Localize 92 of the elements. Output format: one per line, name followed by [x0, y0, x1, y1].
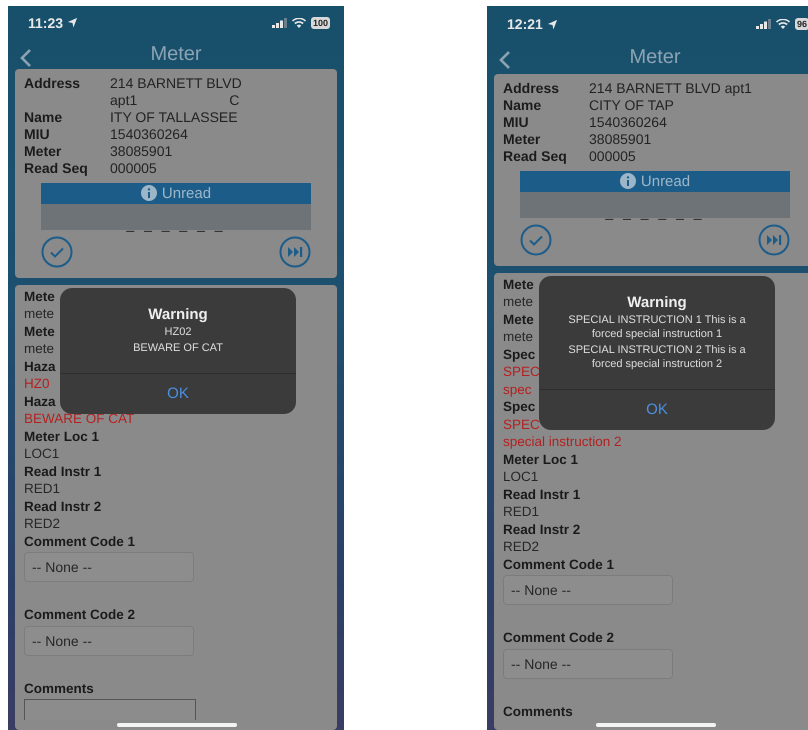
info-label: Address	[24, 74, 80, 90]
detail-label: Meter Loc 1	[503, 450, 578, 468]
info-label: Address	[503, 80, 560, 96]
location-arrow-icon	[67, 17, 78, 28]
detail-value: RED1	[503, 503, 540, 520]
detail-label: Spec	[503, 346, 536, 363]
detail-label: Mete	[503, 310, 534, 328]
info-icon	[620, 173, 636, 189]
reading-field[interactable]: _ _ _ _ _ _	[41, 204, 311, 230]
detail-label: Mete	[24, 288, 55, 305]
battery-level: 96	[794, 18, 808, 30]
location-arrow-icon	[546, 18, 558, 30]
info-value: 38085901	[110, 142, 172, 160]
signal-icon	[756, 19, 771, 30]
detail-value: mete	[24, 305, 54, 322]
status-time: 11:23	[28, 14, 78, 31]
info-value: 38085901	[589, 130, 652, 148]
info-label: Read Seq	[24, 160, 88, 176]
comment-code-select[interactable]: -- None --	[24, 626, 194, 656]
info-label: Meter	[503, 130, 540, 146]
detail-label: Haza	[24, 392, 56, 410]
wifi-icon	[292, 18, 306, 28]
comments-field[interactable]	[24, 699, 196, 720]
check-button[interactable]	[41, 236, 73, 268]
field-label: Comments	[503, 702, 573, 720]
detail-label: Mete	[503, 276, 534, 293]
info-value: 000005	[110, 160, 157, 176]
comment-code-select[interactable]: -- None --	[24, 552, 194, 582]
ok-button[interactable]: OK	[539, 388, 775, 430]
detail-label: Read Instr 2	[24, 498, 102, 515]
detail-label: Mete	[24, 322, 55, 340]
reading-field[interactable]: _ _ _ _ _ _	[520, 192, 790, 218]
detail-value: mete	[503, 293, 534, 310]
alert-value: special instruction 2	[503, 433, 622, 450]
detail-value: RED1	[24, 480, 60, 498]
detail-label: Read Instr 1	[503, 486, 580, 503]
field-label: Comment Code 2	[24, 606, 136, 624]
info-label: Meter	[24, 142, 62, 158]
info-icon	[140, 185, 157, 201]
info-label: Name	[503, 96, 542, 112]
info-value: C	[229, 92, 240, 108]
detail-label: Read Instr 2	[503, 520, 580, 538]
detail-label: Read Instr 1	[24, 462, 102, 480]
info-value: apt1	[110, 92, 138, 108]
dialog-message: SPECIAL INSTRUCTION 2 This is a forced special instruction 2	[567, 342, 747, 370]
info-value: 214 BARNETT BLVD	[110, 74, 242, 92]
skip-forward-button[interactable]	[279, 236, 311, 268]
detail-value: LOC1	[503, 468, 538, 486]
detail-value: mete	[503, 328, 534, 346]
battery-level: 100	[310, 16, 330, 29]
alert-value: HZ0	[24, 375, 50, 392]
info-label: MIU	[503, 114, 529, 130]
dialog-title: Warning	[148, 306, 208, 322]
read-status-text: Unread	[640, 172, 690, 190]
skip-forward-button[interactable]	[758, 224, 790, 256]
check-button[interactable]	[520, 224, 552, 256]
info-value: 000005	[589, 148, 636, 164]
detail-value: RED2	[24, 515, 60, 532]
comment-code-select[interactable]: -- None --	[503, 648, 673, 678]
info-value: 1540360264	[589, 114, 667, 130]
info-label: MIU	[24, 126, 50, 142]
comment-code-select[interactable]: -- None --	[503, 575, 673, 605]
field-label: Comments	[24, 680, 94, 697]
detail-label: Haza	[24, 358, 56, 375]
wifi-icon	[776, 19, 790, 30]
info-value: 214 BARNETT BLVD apt1	[589, 80, 752, 96]
field-label: Comment Code 2	[503, 629, 614, 646]
info-label: Read Seq	[503, 148, 567, 164]
screen-title: Meter	[150, 42, 202, 66]
dialog-message: BEWARE OF CAT	[132, 340, 224, 354]
alert-value: SPEC	[503, 416, 540, 433]
info-value: CITY OF TAP	[589, 96, 674, 114]
dialog-message: SPECIAL INSTRUCTION 1 This is a forced special instruction 1	[567, 312, 747, 340]
detail-value: mete	[24, 340, 54, 358]
field-label: Comment Code 1	[503, 556, 614, 573]
field-label: Comment Code 1	[24, 532, 136, 550]
alert-value: SPEC	[503, 363, 540, 380]
alert-value: spec	[503, 380, 532, 398]
dialog-message: HZ02	[164, 324, 192, 338]
detail-value: LOC1	[24, 445, 60, 462]
signal-icon	[272, 18, 287, 28]
read-status-text: Unread	[162, 184, 212, 202]
detail-label: Meter Loc 1	[24, 428, 100, 445]
detail-label: Spec	[503, 398, 536, 416]
info-value: ITY OF TALLASSEE	[110, 108, 238, 126]
info-label: Name	[24, 108, 62, 124]
detail-value: RED2	[503, 538, 540, 556]
ok-button[interactable]: OK	[60, 372, 296, 414]
dialog-title: Warning	[627, 294, 687, 310]
info-value: 1540360264	[110, 126, 188, 142]
status-time: 12:21	[507, 16, 558, 32]
screen-title: Meter	[629, 46, 681, 70]
